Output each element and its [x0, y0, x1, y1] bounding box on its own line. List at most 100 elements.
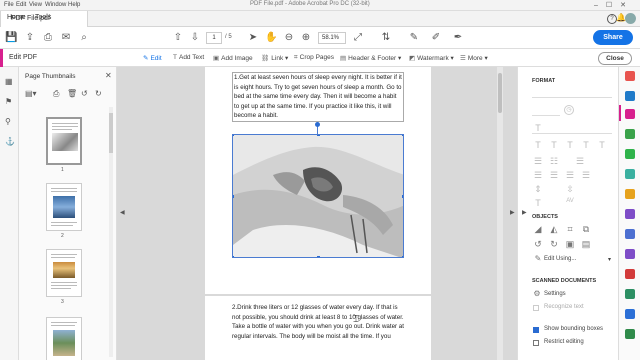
scroll-mode-icon[interactable]: ⇅ [380, 32, 392, 44]
tab-tools[interactable]: Tools [35, 14, 51, 21]
flip-horizontal-icon[interactable]: ◭ [548, 224, 560, 235]
text-superscript-icon[interactable]: T [580, 140, 592, 150]
sign-icon[interactable]: ✒ [452, 32, 464, 44]
highlight-icon[interactable]: ✐ [430, 32, 442, 44]
comment-icon[interactable]: ✎ [408, 32, 420, 44]
scan-ocr-icon[interactable] [625, 169, 635, 179]
print-icon[interactable]: ⎙ [42, 32, 54, 44]
zoom-level-select[interactable]: 58.1% [318, 32, 346, 44]
tab-home[interactable]: Home [7, 14, 26, 21]
next-page-icon[interactable]: ⇩ [189, 32, 201, 44]
protect-shield-icon[interactable] [625, 309, 635, 319]
redact-icon[interactable] [625, 269, 635, 279]
menu-window[interactable]: Window [45, 2, 66, 8]
edit-pdf-icon[interactable] [625, 109, 635, 119]
share-button[interactable]: Share [593, 30, 633, 45]
rotate-right-icon[interactable]: ↻ [95, 89, 102, 98]
text-italic-icon[interactable]: T [548, 140, 560, 150]
text-block-1[interactable]: 1.Get at least seven hours of sleep ever… [232, 72, 404, 122]
thumbnail-page-3[interactable] [46, 249, 82, 297]
resize-handle[interactable] [233, 135, 234, 136]
combine-files-icon[interactable] [625, 91, 635, 101]
font-color-select[interactable] [532, 125, 612, 134]
align-left-icon[interactable]: ☰ [532, 170, 544, 181]
edit-using-select[interactable]: Edit Using... [544, 256, 576, 262]
menu-help[interactable]: Help [68, 2, 80, 8]
resize-handle[interactable] [402, 195, 403, 198]
align-center-icon[interactable]: ☰ [548, 170, 560, 181]
thumbnail-options-icon[interactable]: ▤▾ [25, 89, 37, 98]
add-text-button[interactable]: T Add Text [173, 54, 204, 61]
upload-icon[interactable]: ⇪ [24, 32, 36, 44]
numbered-list-icon[interactable]: ☷ [548, 156, 560, 167]
rotate-left-icon[interactable]: ↺ [81, 89, 88, 98]
resize-handle[interactable] [233, 256, 234, 257]
previous-page-icon[interactable]: ⇧ [172, 32, 184, 44]
close-panel-icon[interactable]: ✕ [105, 71, 112, 80]
align-right-icon[interactable]: ☰ [564, 170, 576, 181]
settings-link[interactable]: Settings [544, 291, 566, 297]
more-button[interactable]: ☰ More ▾ [460, 54, 488, 62]
arrange-icon[interactable]: ⧉ [580, 224, 592, 235]
resize-handle[interactable] [317, 135, 320, 136]
line-spacing-select-icon[interactable]: ⇕ [532, 184, 544, 195]
font-size-select[interactable] [532, 107, 560, 116]
email-icon[interactable]: ✉ [60, 32, 72, 44]
replace-image-icon[interactable]: ▣ [564, 239, 576, 250]
menu-file[interactable]: File [4, 2, 14, 8]
resize-handle[interactable] [233, 195, 234, 198]
fit-page-icon[interactable]: ⤢ [352, 32, 364, 44]
rotate-clockwise-icon[interactable]: ↻ [548, 239, 560, 250]
page-thumbnails-icon[interactable]: ▦ [5, 77, 14, 86]
page-number-input[interactable]: 1 [206, 32, 222, 44]
list-options-icon[interactable]: ☰ [574, 156, 586, 167]
add-image-button[interactable]: ▣ Add Image [213, 54, 253, 62]
edit-button[interactable]: ✎ Edit [143, 54, 162, 62]
resize-handle[interactable] [402, 135, 403, 136]
prepare-form-icon[interactable] [625, 329, 635, 339]
hand-tool-icon[interactable]: ✋ [265, 32, 277, 44]
paperclip-icon[interactable]: ⚓ [5, 137, 15, 146]
bookmark-icon[interactable]: ⚑ [5, 97, 14, 106]
print-production-icon[interactable] [625, 289, 635, 299]
delete-page-icon[interactable]: 🗑 [67, 89, 77, 98]
rotate-counterclockwise-icon[interactable]: ↺ [532, 239, 544, 250]
collapse-format-icon[interactable]: ▶ [522, 209, 527, 216]
comment-tool-icon[interactable] [625, 189, 635, 199]
collapse-right-icon[interactable]: ▶ [510, 209, 515, 216]
select-cursor-icon[interactable]: ➤ [247, 32, 259, 44]
text-underline-icon[interactable]: T [564, 140, 576, 150]
attachments-icon[interactable]: ⚲ [5, 117, 14, 126]
window-controls[interactable]: –☐✕ [594, 1, 634, 9]
save-icon[interactable]: 💾 [5, 32, 17, 44]
chevron-down-icon[interactable]: ▾ [608, 256, 611, 263]
menu-view[interactable]: View [29, 2, 42, 8]
thumbnail-page-2[interactable] [46, 183, 82, 231]
resize-handle[interactable] [402, 256, 403, 257]
watermark-button[interactable]: ◩ Watermark ▾ [409, 54, 454, 62]
collapse-left-icon[interactable]: ◀ [120, 209, 125, 216]
scale-icon[interactable]: T [532, 198, 544, 208]
selected-image[interactable] [232, 134, 404, 258]
show-bounding-boxes-checkbox[interactable] [533, 327, 539, 333]
paragraph-spacing-icon[interactable]: ⇳ [564, 184, 576, 195]
thumbnail-scrollbar[interactable] [109, 107, 113, 357]
close-edit-button[interactable]: Close [598, 52, 632, 65]
font-family-select[interactable] [532, 89, 612, 98]
restrict-editing-checkbox[interactable] [533, 340, 539, 346]
rotate-handle[interactable] [315, 122, 320, 127]
export-pdf-icon[interactable] [625, 129, 635, 139]
header-footer-button[interactable]: ▤ Header & Footer ▾ [340, 54, 401, 62]
char-spacing-icon[interactable]: AV [564, 198, 576, 204]
text-bold-icon[interactable]: T [532, 140, 544, 150]
zoom-in-icon[interactable]: ⊕ [300, 32, 312, 44]
text-block-2[interactable]: 2.Drink three liters or 12 glasses of wa… [232, 303, 404, 360]
search-icon[interactable]: ⌕ [78, 32, 90, 44]
menu-edit[interactable]: Edit [16, 2, 26, 8]
align-objects-icon[interactable]: ▤ [580, 239, 592, 250]
protect-icon[interactable] [625, 249, 635, 259]
text-size-icon[interactable]: T [532, 123, 544, 133]
justify-icon[interactable]: ☰ [580, 170, 592, 181]
flip-vertical-icon[interactable]: ◢ [532, 224, 544, 235]
link-button[interactable]: ⛓ Link ▾ [261, 54, 288, 62]
